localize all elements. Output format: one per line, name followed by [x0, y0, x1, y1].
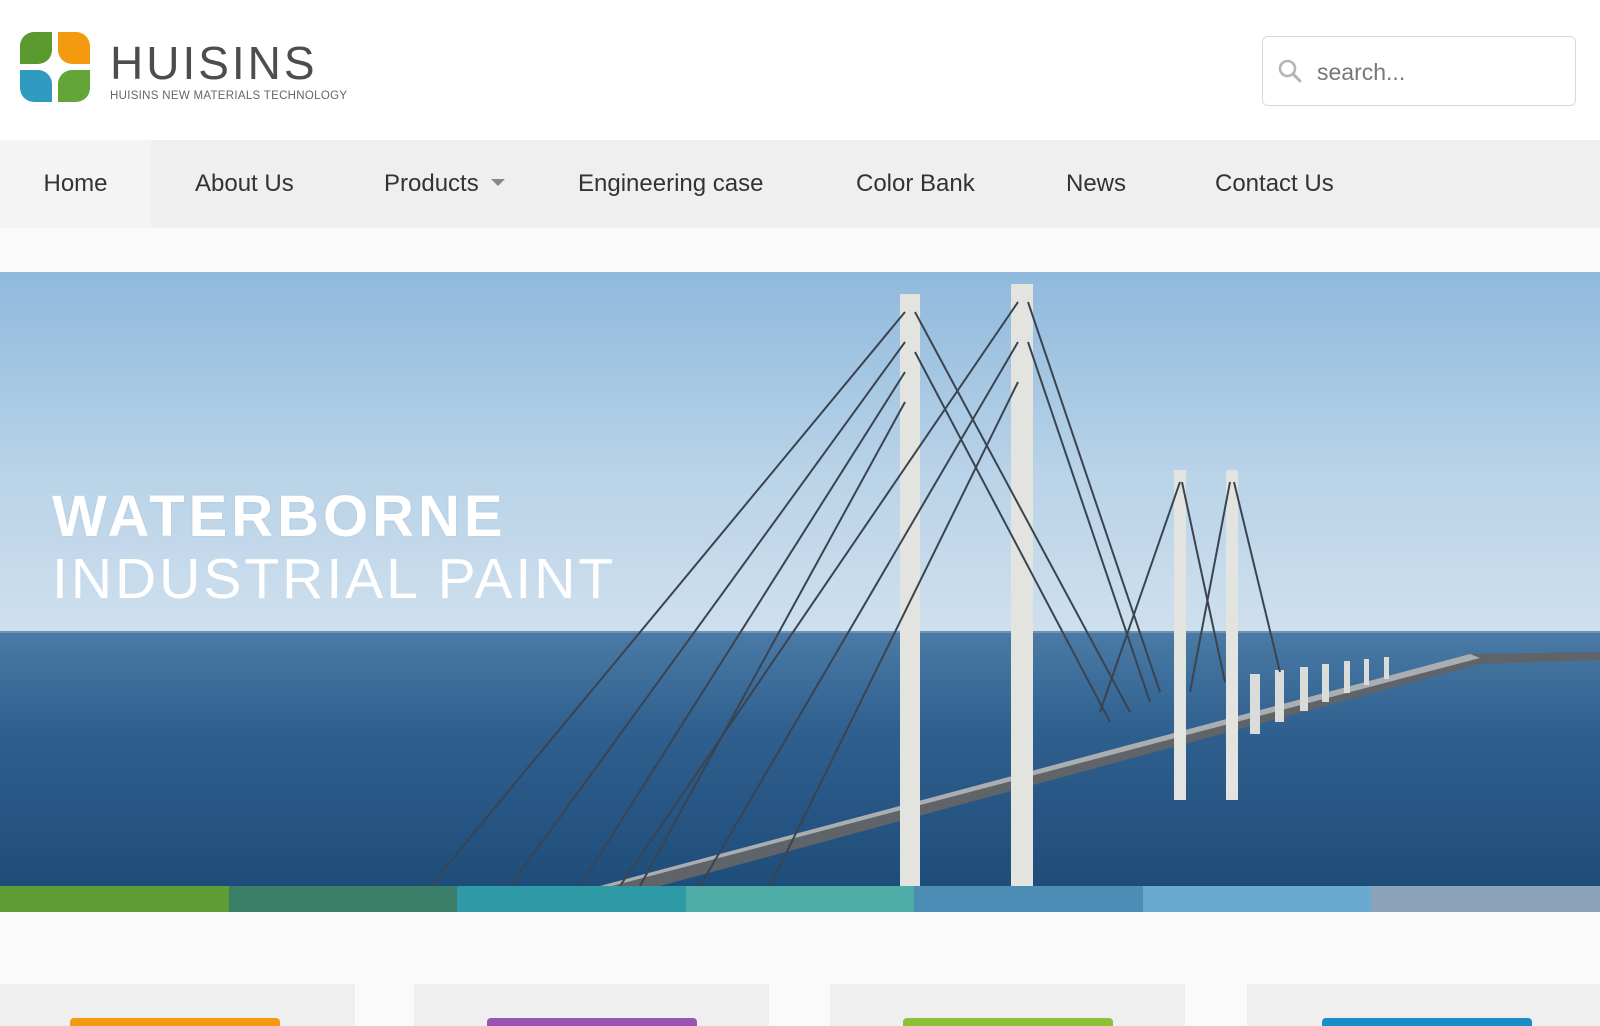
nav-item-home[interactable]: Home: [0, 140, 151, 228]
nav-item-label: About Us: [195, 170, 294, 197]
card-accent-bar: [903, 1018, 1113, 1026]
banner-headline: WATERBORNE: [52, 484, 507, 549]
nav-item-engineering-case[interactable]: Engineering case: [578, 140, 763, 228]
stripe-segment: [0, 886, 229, 912]
nav-item-contact-us[interactable]: Contact Us: [1215, 140, 1334, 228]
feature-card[interactable]: [0, 984, 355, 1026]
card-accent-bar: [487, 1018, 697, 1026]
nav-item-label: Contact Us: [1215, 170, 1334, 197]
feature-card[interactable]: [1247, 984, 1600, 1026]
nav-item-label: Color Bank: [856, 170, 975, 197]
nav-item-label: Home: [43, 170, 108, 197]
stripe-segment: [1371, 886, 1600, 912]
logo-name: HUISINS: [110, 37, 318, 89]
nav-item-label: Products: [384, 170, 479, 197]
nav-item-about-us[interactable]: About Us: [195, 140, 294, 228]
stripe-segment: [228, 886, 458, 912]
banner-subheadline: INDUSTRIAL PAINT: [52, 547, 617, 611]
nav-item-color-bank[interactable]: Color Bank: [856, 140, 975, 228]
main-nav: Home About Us Products Engineering case …: [0, 140, 1600, 228]
nav-item-news[interactable]: News: [1066, 140, 1126, 228]
logo-mark-icon: [20, 32, 90, 102]
stripe-segment: [1142, 886, 1372, 912]
stripe-segment: [685, 886, 915, 912]
site-logo[interactable]: HUISINS HUISINS NEW MATERIALS TECHNOLOGY: [18, 30, 363, 106]
card-accent-bar: [1322, 1018, 1532, 1026]
chevron-down-icon: [490, 179, 505, 187]
card-accent-bar: [70, 1018, 280, 1026]
search-input[interactable]: [1315, 37, 1569, 107]
hero-banner[interactable]: WATERBORNE INDUSTRIAL PAINT: [0, 272, 1600, 886]
nav-item-products[interactable]: Products: [384, 140, 505, 228]
search-box[interactable]: [1262, 36, 1576, 107]
color-stripe: [0, 886, 1600, 912]
feature-card[interactable]: [830, 984, 1185, 1026]
site-header: HUISINS HUISINS NEW MATERIALS TECHNOLOGY: [0, 0, 1600, 140]
nav-item-label: News: [1066, 170, 1127, 197]
search-icon: [1278, 59, 1302, 83]
stripe-segment: [457, 886, 686, 912]
feature-card[interactable]: [414, 984, 769, 1026]
logo-subtitle: HUISINS NEW MATERIALS TECHNOLOGY: [110, 90, 348, 102]
nav-item-label: Engineering case: [578, 170, 764, 197]
stripe-segment: [914, 886, 1143, 912]
